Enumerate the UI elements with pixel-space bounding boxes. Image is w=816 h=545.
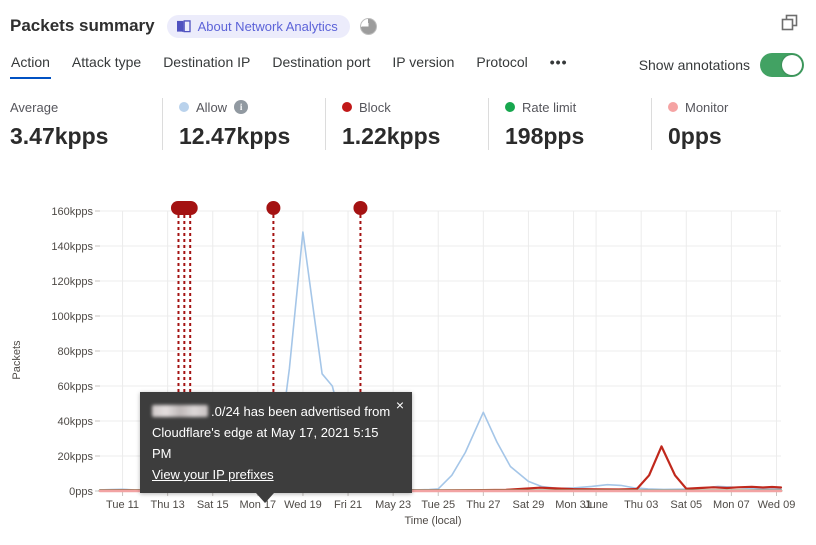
stat-monitor: Monitor 0pps — [651, 98, 814, 150]
stat-average: Average 3.47kpps — [10, 98, 162, 150]
pie-progress-icon[interactable] — [359, 17, 377, 35]
stat-block-value: 1.22kpps — [342, 123, 441, 149]
svg-text:Thu 03: Thu 03 — [624, 499, 658, 511]
tooltip-line-1: .0/24 has been advertised from — [152, 401, 400, 422]
svg-text:120kpps: 120kpps — [51, 276, 93, 288]
show-annotations-toggle[interactable] — [760, 52, 804, 77]
svg-text:Sat 05: Sat 05 — [670, 499, 702, 511]
stat-allow-value: 12.47kpps — [179, 123, 291, 149]
stat-dot-2 — [342, 102, 352, 112]
stat-dot-4 — [668, 102, 678, 112]
svg-text:20kpps: 20kpps — [58, 451, 94, 463]
stat-block: Block 1.22kpps — [325, 98, 488, 150]
stat-average-label: Average — [10, 99, 59, 115]
redacted-ip-prefix — [152, 405, 208, 417]
view-ip-prefixes-link[interactable]: View your IP prefixes — [152, 467, 274, 482]
tab-protocol[interactable]: Protocol — [475, 50, 528, 79]
tabs-row: Action Attack type Destination IP Destin… — [10, 50, 804, 79]
stats-row: Average 3.47kpps Allow i 12.47kpps Block… — [10, 98, 814, 150]
svg-text:0pps: 0pps — [69, 486, 93, 498]
stat-dot-3 — [505, 102, 515, 112]
svg-text:June: June — [584, 499, 608, 511]
svg-text:Wed 19: Wed 19 — [284, 499, 322, 511]
stat-average-value: 3.47kpps — [10, 123, 109, 149]
svg-text:Sat 29: Sat 29 — [513, 499, 545, 511]
svg-text:100kpps: 100kpps — [51, 311, 93, 323]
svg-text:Tue 25: Tue 25 — [421, 499, 455, 511]
svg-text:80kpps: 80kpps — [58, 346, 94, 358]
svg-text:Thu 27: Thu 27 — [466, 499, 500, 511]
svg-text:Mon 07: Mon 07 — [713, 499, 750, 511]
tab-destination-ip[interactable]: Destination IP — [162, 50, 251, 79]
header: Packets summary About Network Analytics — [10, 10, 806, 42]
svg-text:Wed 09: Wed 09 — [758, 499, 796, 511]
annotation-tooltip: × .0/24 has been advertised from Cloudfl… — [140, 392, 412, 503]
stat-rate-limit: Rate limit 198pps — [488, 98, 651, 150]
svg-text:Tue 11: Tue 11 — [106, 499, 139, 511]
tooltip-line-2: Cloudflare's edge at May 17, 2021 5:15 P… — [152, 425, 379, 461]
svg-text:60kpps: 60kpps — [58, 381, 94, 393]
svg-text:Packets: Packets — [11, 340, 23, 380]
stat-dot-1 — [179, 102, 189, 112]
tooltip-pointer — [256, 493, 274, 503]
stat-monitor-label: Monitor — [685, 99, 729, 115]
tab-destination-port[interactable]: Destination port — [271, 50, 371, 79]
svg-text:Fri 21: Fri 21 — [334, 499, 362, 511]
badge-label: About Network Analytics — [197, 18, 338, 34]
svg-text:May 23: May 23 — [375, 499, 411, 511]
stat-rate-limit-value: 198pps — [505, 123, 585, 149]
svg-text:Thu 13: Thu 13 — [151, 499, 185, 511]
tab-ip-version[interactable]: IP version — [391, 50, 455, 79]
tab-attack-type[interactable]: Attack type — [71, 50, 142, 79]
popout-icon[interactable] — [781, 14, 798, 36]
svg-text:140kpps: 140kpps — [51, 241, 93, 253]
stat-block-label: Block — [359, 99, 391, 115]
stat-allow-label: Allow — [196, 99, 228, 115]
page-title: Packets summary — [10, 16, 155, 35]
tabs-more-button[interactable]: ••• — [549, 50, 569, 79]
svg-text:40kpps: 40kpps — [58, 416, 94, 428]
svg-text:Time (local): Time (local) — [404, 515, 461, 527]
about-network-analytics-badge[interactable]: About Network Analytics — [166, 14, 350, 38]
tooltip-close-button[interactable]: × — [394, 396, 406, 414]
svg-text:Sat 15: Sat 15 — [197, 499, 229, 511]
info-icon[interactable]: i — [234, 100, 249, 114]
svg-text:160kpps: 160kpps — [51, 206, 93, 218]
stat-allow: Allow i 12.47kpps — [162, 98, 325, 150]
toggle-knob — [782, 54, 802, 75]
show-annotations-control: Show annotations — [638, 52, 804, 77]
stat-rate-limit-label: Rate limit — [522, 99, 577, 115]
book-icon — [176, 19, 191, 33]
stat-monitor-value: 0pps — [668, 123, 722, 149]
tab-action[interactable]: Action — [10, 50, 51, 79]
show-annotations-label: Show annotations — [638, 56, 750, 73]
